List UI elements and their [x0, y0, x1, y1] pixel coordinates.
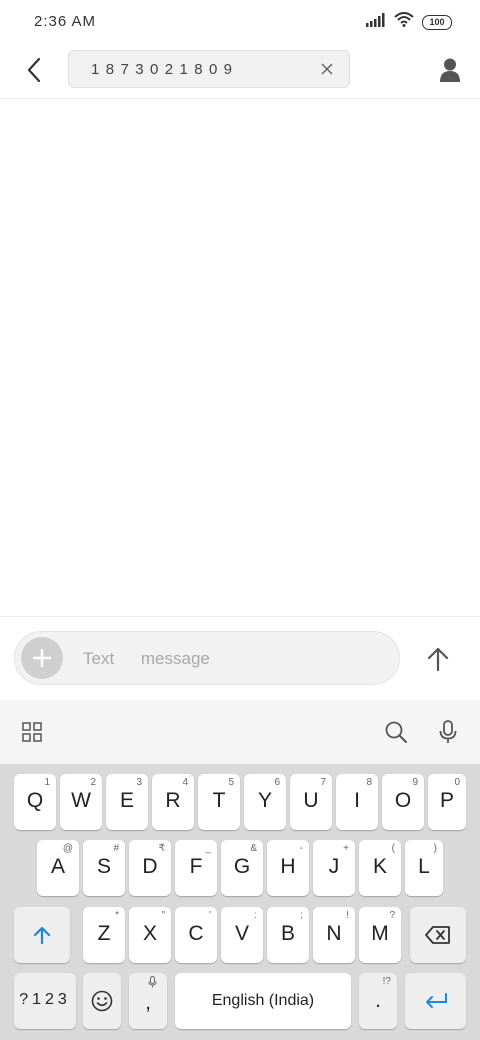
clear-recipient-button[interactable] — [317, 59, 337, 79]
battery-icon: 100 — [422, 14, 452, 30]
back-button[interactable] — [18, 54, 50, 86]
key-o[interactable]: 9O — [382, 774, 424, 830]
add-attachment-button[interactable] — [21, 637, 63, 679]
keyboard-menu-button[interactable] — [16, 716, 48, 748]
status-icons: 100 — [366, 12, 452, 32]
key-k[interactable]: (K — [359, 840, 401, 896]
person-icon — [440, 58, 460, 82]
backspace-key[interactable] — [410, 907, 466, 963]
key-q[interactable]: 1Q — [14, 774, 56, 830]
wifi-icon — [394, 12, 414, 32]
key-g[interactable]: & G — [221, 840, 263, 896]
microphone-icon — [439, 720, 457, 743]
close-icon — [321, 63, 333, 75]
key-x[interactable]: " X — [129, 907, 171, 963]
arrow-up-icon — [427, 647, 449, 671]
key-r[interactable]: 4R — [152, 774, 194, 830]
key-z[interactable]: * Z — [83, 907, 125, 963]
key-w[interactable]: 2W — [60, 774, 102, 830]
send-button[interactable] — [420, 641, 456, 677]
key-c[interactable]: ' C — [175, 907, 217, 963]
microphone-hint-icon — [148, 976, 157, 991]
keyboard-search-button[interactable] — [380, 716, 412, 748]
shift-key[interactable] — [14, 907, 70, 963]
key-e[interactable]: 3E — [106, 774, 148, 830]
key-d[interactable]: ₹ D — [129, 840, 171, 896]
recipient-field[interactable]: 1873021809 — [68, 50, 350, 88]
key-m[interactable]: ? M — [359, 907, 401, 963]
symbols-key[interactable]: ?123 — [14, 973, 76, 1029]
plus-icon — [33, 649, 51, 667]
compose-bar — [0, 616, 480, 701]
emoji-key[interactable] — [83, 973, 121, 1029]
key-n[interactable]: ! N — [313, 907, 355, 963]
key-h[interactable]: -H — [267, 840, 309, 896]
key-l[interactable]: ) L — [405, 840, 443, 896]
backspace-icon — [425, 926, 450, 944]
key-v[interactable]: :V — [221, 907, 263, 963]
voice-input-button[interactable] — [432, 716, 464, 748]
contact-button[interactable] — [434, 54, 466, 86]
compose-pill — [14, 631, 400, 686]
key-t[interactable]: 5T — [198, 774, 240, 830]
enter-icon — [425, 993, 447, 1008]
key-y[interactable]: 6Y — [244, 774, 286, 830]
key-f[interactable]: _ F — [175, 840, 217, 896]
back-arrow-icon — [27, 57, 41, 83]
recipient-number: 1873021809 — [91, 61, 239, 78]
grid-icon — [22, 722, 42, 742]
status-time: 2:36 AM — [34, 13, 97, 30]
period-key[interactable]: !? . — [359, 973, 397, 1029]
keyboard: 1Q 2W 3E 4R 5T 6Y 7U 8I 9O 0P @ A # S ₹ D _… — [0, 764, 480, 1040]
key-u[interactable]: 7U — [290, 774, 332, 830]
key-a[interactable]: @ A — [37, 840, 79, 896]
keyboard-toolbar — [0, 700, 480, 764]
key-s[interactable]: # S — [83, 840, 125, 896]
key-i[interactable]: 8I — [336, 774, 378, 830]
key-b[interactable]: ; B — [267, 907, 309, 963]
space-key[interactable]: English (India) — [175, 973, 351, 1029]
key-j[interactable]: + J — [313, 840, 355, 896]
smiley-icon — [91, 990, 113, 1012]
message-list[interactable] — [0, 99, 480, 616]
conversation-header: 1873021809 — [0, 44, 480, 99]
enter-key[interactable] — [405, 973, 466, 1029]
search-icon — [385, 721, 407, 743]
signal-icon — [366, 12, 386, 32]
key-p[interactable]: 0P — [428, 774, 466, 830]
shift-icon — [33, 926, 51, 944]
message-input[interactable] — [81, 632, 385, 686]
status-bar: 2:36 AM 100 — [0, 0, 480, 44]
comma-key[interactable]: , — [129, 973, 167, 1029]
